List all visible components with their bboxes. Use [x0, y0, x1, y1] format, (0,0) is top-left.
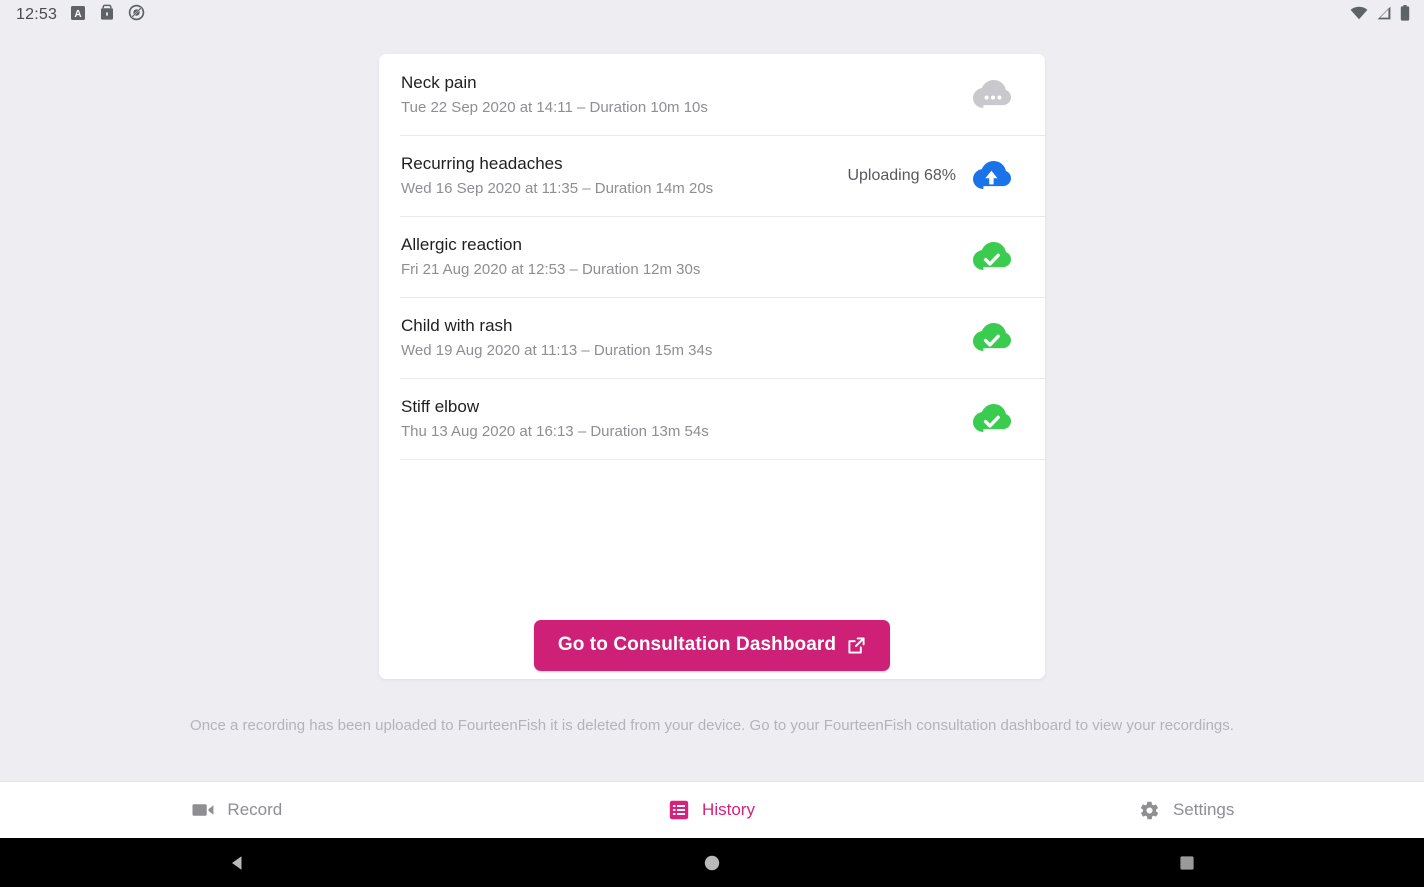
tab-settings[interactable]: Settings: [949, 782, 1424, 838]
recordings-card: Neck pain Tue 22 Sep 2020 at 14:11 – Dur…: [379, 54, 1045, 679]
bottom-tab-bar: Record History Settings: [0, 781, 1424, 838]
cloud-uploaded-icon: [972, 399, 1012, 439]
recording-subtitle: Fri 21 Aug 2020 at 12:53 – Duration 12m …: [401, 260, 701, 278]
recording-status: [956, 75, 1012, 115]
recording-subtitle: Wed 19 Aug 2020 at 11:13 – Duration 15m …: [401, 341, 713, 359]
status-bar-left: 12:53 A: [16, 4, 145, 26]
gear-icon: [1139, 800, 1160, 821]
briefcase-icon: [99, 4, 115, 26]
android-back-button[interactable]: [0, 838, 475, 887]
recording-list-item[interactable]: Neck pain Tue 22 Sep 2020 at 14:11 – Dur…: [379, 54, 1045, 135]
tab-label-record: Record: [227, 800, 283, 819]
recording-subtitle: Thu 13 Aug 2020 at 16:13 – Duration 13m …: [401, 422, 709, 440]
recording-text: Allergic reaction Fri 21 Aug 2020 at 12:…: [401, 234, 956, 280]
recording-subtitle: Tue 22 Sep 2020 at 14:11 – Duration 10m …: [401, 98, 708, 116]
cloud-uploaded-icon: [972, 318, 1012, 358]
recording-text: Recurring headaches Wed 16 Sep 2020 at 1…: [401, 153, 847, 199]
cta-area: Go to Consultation Dashboard: [379, 620, 1045, 671]
android-home-button[interactable]: [475, 838, 950, 887]
android-navigation-bar: [0, 838, 1424, 887]
list-icon: [669, 800, 689, 820]
recording-text: Neck pain Tue 22 Sep 2020 at 14:11 – Dur…: [401, 72, 956, 118]
wifi-icon: [1350, 6, 1368, 25]
recording-title: Neck pain: [401, 72, 477, 92]
recording-title: Allergic reaction: [401, 234, 522, 254]
footer-note: Once a recording has been uploaded to Fo…: [190, 717, 1234, 734]
video-camera-icon: [192, 802, 214, 818]
do-not-disturb-icon: [128, 4, 145, 26]
font-size-a-icon: A: [70, 5, 86, 26]
tab-label-history: History: [702, 800, 755, 819]
recording-text: Stiff elbow Thu 13 Aug 2020 at 16:13 – D…: [401, 396, 956, 442]
cloud-uploading-icon: [972, 156, 1012, 196]
recording-list-item[interactable]: Stiff elbow Thu 13 Aug 2020 at 16:13 – D…: [379, 378, 1045, 459]
svg-text:A: A: [74, 9, 81, 20]
tab-record[interactable]: Record: [0, 782, 475, 838]
external-link-icon: [847, 636, 866, 655]
tab-history[interactable]: History: [475, 782, 950, 838]
recording-list-item[interactable]: Recurring headaches Wed 16 Sep 2020 at 1…: [379, 135, 1045, 216]
cellular-signal-icon: [1376, 6, 1392, 25]
recording-text: Child with rash Wed 19 Aug 2020 at 11:13…: [401, 315, 956, 361]
recording-status: [956, 399, 1012, 439]
recording-subtitle: Wed 16 Sep 2020 at 11:35 – Duration 14m …: [401, 179, 714, 197]
recordings-list: Neck pain Tue 22 Sep 2020 at 14:11 – Dur…: [379, 54, 1045, 460]
android-recents-button[interactable]: [949, 838, 1424, 887]
cloud-uploaded-icon: [972, 237, 1012, 277]
status-bar-right: [1350, 4, 1410, 26]
recording-title: Child with rash: [401, 315, 513, 335]
status-clock: 12:53: [16, 6, 58, 23]
recording-status: [956, 237, 1012, 277]
tab-label-settings: Settings: [1172, 800, 1235, 819]
recording-list-item[interactable]: Allergic reaction Fri 21 Aug 2020 at 12:…: [379, 216, 1045, 297]
go-to-consultation-dashboard-button[interactable]: Go to Consultation Dashboard: [533, 620, 891, 671]
status-bar: 12:53 A: [0, 0, 1424, 30]
recording-status: [956, 318, 1012, 358]
recording-status-label: Uploading 68%: [847, 166, 956, 184]
recording-title: Stiff elbow: [401, 396, 480, 416]
cta-label: Go to Consultation Dashboard: [557, 634, 837, 655]
recording-title: Recurring headaches: [401, 153, 563, 173]
battery-icon: [1400, 4, 1410, 26]
recording-status: Uploading 68%: [847, 156, 1012, 196]
cloud-pending-icon: [972, 75, 1012, 115]
recording-list-item[interactable]: Child with rash Wed 19 Aug 2020 at 11:13…: [379, 297, 1045, 378]
